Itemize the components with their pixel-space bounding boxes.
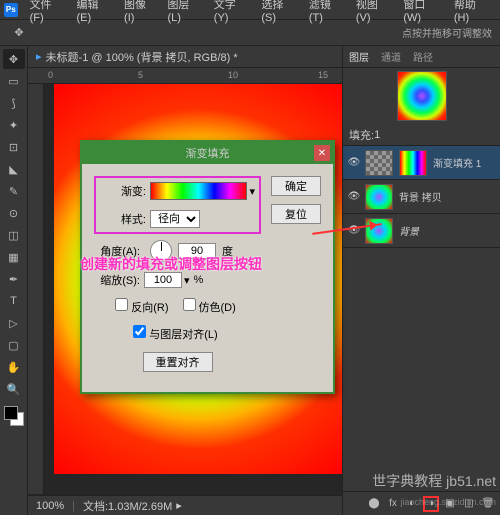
layer-name[interactable]: 背景 (399, 223, 419, 238)
menu-view[interactable]: 视图(V) (356, 0, 392, 24)
document-title: 未标题-1 @ 100% (背景 拷贝, RGB/8) * (46, 49, 238, 65)
lasso-tool[interactable]: ⟆ (3, 93, 25, 113)
dropdown-icon[interactable]: ▾ (184, 274, 190, 287)
zoom-tool[interactable]: 🔍 (3, 379, 25, 399)
doc-size: 文档:1.03M/2.69M (83, 498, 172, 514)
dialog-title-bar[interactable]: 渐变填充 ✕ (82, 142, 333, 164)
cancel-button[interactable]: 复位 (271, 204, 321, 224)
ok-button[interactable]: 确定 (271, 176, 321, 196)
zoom-level[interactable]: 100% (36, 500, 64, 512)
app-logo: Ps (4, 3, 18, 17)
hand-tool[interactable]: ✋ (3, 357, 25, 377)
ruler-tick: 5 (138, 70, 143, 80)
status-chevron-icon[interactable]: ▸ (176, 499, 182, 512)
watermark: 世字典教程 jb51.net (372, 471, 496, 491)
watermark-url: jiaocheng.shizidian.com (400, 497, 496, 507)
scale-input[interactable] (144, 272, 182, 288)
ruler-horizontal: 0 5 10 15 (28, 68, 342, 84)
visibility-icon[interactable]: 👁 (347, 156, 361, 170)
menu-select[interactable]: 选择(S) (261, 0, 297, 24)
layer-thumb[interactable] (365, 150, 393, 176)
align-label: 与图层对齐(L) (149, 329, 217, 341)
marquee-tool[interactable]: ▭ (3, 71, 25, 91)
status-bar: 100% | 文档:1.03M/2.69M ▸ (28, 495, 342, 515)
brush-tool[interactable]: ✎ (3, 181, 25, 201)
eyedropper-tool[interactable]: ◣ (3, 159, 25, 179)
pen-tool[interactable]: ✒ (3, 269, 25, 289)
menu-help[interactable]: 帮助(H) (454, 0, 490, 24)
reset-align-button[interactable]: 重置对齐 (143, 352, 213, 372)
scale-unit: % (194, 274, 204, 286)
menu-layer[interactable]: 图层(L) (167, 0, 201, 24)
layer-options: 填充: 1 (343, 124, 500, 146)
options-bar: ✥ 点按并拖移可调整效 (0, 20, 500, 46)
style-select[interactable]: 径向 (150, 210, 200, 228)
layer-row[interactable]: 👁 背景 拷贝 (343, 180, 500, 214)
dither-checkbox[interactable] (183, 298, 196, 311)
layers-list: 👁 渐变填充 1 👁 背景 拷贝 👁 背景 (343, 146, 500, 491)
panel-tabs: 图层 通道 路径 (343, 46, 500, 68)
align-checkbox[interactable] (133, 325, 146, 338)
move-tool[interactable]: ✥ (3, 49, 25, 69)
gradient-tool[interactable]: ▦ (3, 247, 25, 267)
gradient-label: 渐变: (100, 183, 146, 199)
tab-paths[interactable]: 路径 (413, 49, 433, 64)
stamp-tool[interactable]: ⊙ (3, 203, 25, 223)
layer-name[interactable]: 渐变填充 1 (433, 155, 481, 170)
doc-icon: ▸ (36, 50, 42, 63)
crop-tool[interactable]: ⊡ (3, 137, 25, 157)
scale-label: 缩放(S): (94, 272, 140, 288)
path-tool[interactable]: ▷ (3, 313, 25, 333)
highlighted-group: 渐变: ▾ 样式: 径向 (94, 176, 261, 234)
eraser-tool[interactable]: ◫ (3, 225, 25, 245)
fill-label: 填充: (349, 127, 374, 143)
tab-layers[interactable]: 图层 (349, 49, 369, 64)
dropdown-icon[interactable]: ▾ (249, 185, 255, 198)
layer-fx-icon[interactable]: fx (385, 496, 401, 512)
shape-tool[interactable]: ▢ (3, 335, 25, 355)
reverse-label: 反向(R) (131, 302, 168, 314)
menu-edit[interactable]: 编辑(E) (77, 0, 113, 24)
dither-label: 仿色(D) (199, 302, 236, 314)
layer-row[interactable]: 👁 背景 (343, 214, 500, 248)
menu-bar: Ps 文件(F) 编辑(E) 图像(I) 图层(L) 文字(Y) 选择(S) 滤… (0, 0, 500, 20)
color-swatch[interactable] (4, 406, 24, 426)
layer-name[interactable]: 背景 拷贝 (399, 189, 442, 204)
style-label: 样式: (100, 211, 146, 227)
layer-row[interactable]: 👁 渐变填充 1 (343, 146, 500, 180)
gradient-preview[interactable] (150, 182, 247, 200)
move-tool-icon[interactable]: ✥ (8, 23, 30, 43)
layer-mask-thumb[interactable] (399, 150, 427, 176)
navigator-thumb[interactable] (343, 68, 500, 124)
menu-window[interactable]: 窗口(W) (403, 0, 442, 24)
menu-file[interactable]: 文件(F) (30, 0, 65, 24)
tab-channels[interactable]: 通道 (381, 49, 401, 64)
annotation-text: 创建新的填充或调整图层按钮 (80, 254, 262, 274)
link-layers-icon[interactable]: ⬤ (366, 496, 382, 512)
wand-tool[interactable]: ✦ (3, 115, 25, 135)
visibility-icon[interactable]: 👁 (347, 190, 361, 204)
ruler-tick: 10 (228, 70, 238, 80)
toolbox: ✥ ▭ ⟆ ✦ ⊡ ◣ ✎ ⊙ ◫ ▦ ✒ T ▷ ▢ ✋ 🔍 (0, 46, 28, 515)
reverse-checkbox[interactable] (115, 298, 128, 311)
menu-image[interactable]: 图像(I) (124, 0, 155, 24)
close-icon[interactable]: ✕ (314, 145, 330, 161)
menu-type[interactable]: 文字(Y) (214, 0, 250, 24)
ruler-vertical (28, 84, 44, 494)
options-hint: 点按并拖移可调整效 (402, 25, 492, 40)
ruler-tick: 0 (48, 70, 53, 80)
fill-value[interactable]: 1 (374, 129, 380, 141)
panels: 图层 通道 路径 填充: 1 👁 渐变填充 1 👁 背景 拷贝 👁 (342, 46, 500, 515)
layer-thumb[interactable] (365, 184, 393, 210)
dialog-title: 渐变填充 (186, 145, 230, 161)
document-tab[interactable]: ▸ 未标题-1 @ 100% (背景 拷贝, RGB/8) * (28, 46, 342, 68)
type-tool[interactable]: T (3, 291, 25, 311)
ruler-tick: 15 (318, 70, 328, 80)
menu-filter[interactable]: 滤镜(T) (309, 0, 344, 24)
